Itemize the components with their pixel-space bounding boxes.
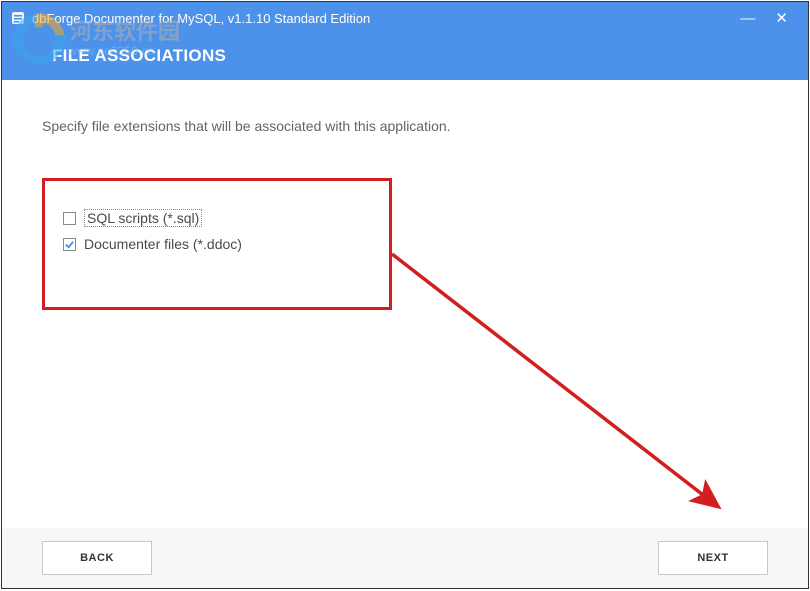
close-button[interactable]: ✕ (775, 11, 788, 26)
watermark-url: www.pc0359.cn (68, 44, 180, 58)
annotation-highlight-box: SQL scripts (*.sql) Documenter files (*.… (42, 178, 392, 310)
watermark: 河东软件园 www.pc0359.cn (10, 10, 180, 68)
next-button[interactable]: NEXT (658, 541, 768, 575)
watermark-text: 河东软件园 (70, 20, 180, 44)
back-button[interactable]: BACK (42, 541, 152, 575)
minimize-button[interactable]: — (740, 11, 755, 26)
option-ddoc-label: Documenter files (*.ddoc) (84, 236, 242, 252)
watermark-logo-icon (10, 10, 68, 68)
content-area: Specify file extensions that will be ass… (2, 80, 808, 310)
checkbox-sql[interactable] (63, 212, 76, 225)
checkbox-ddoc[interactable] (63, 238, 76, 251)
option-sql-scripts[interactable]: SQL scripts (*.sql) (63, 209, 371, 227)
description-text: Specify file extensions that will be ass… (42, 118, 768, 134)
footer: BACK NEXT (2, 528, 808, 588)
option-documenter-files[interactable]: Documenter files (*.ddoc) (63, 236, 371, 252)
option-sql-label: SQL scripts (*.sql) (84, 209, 202, 227)
